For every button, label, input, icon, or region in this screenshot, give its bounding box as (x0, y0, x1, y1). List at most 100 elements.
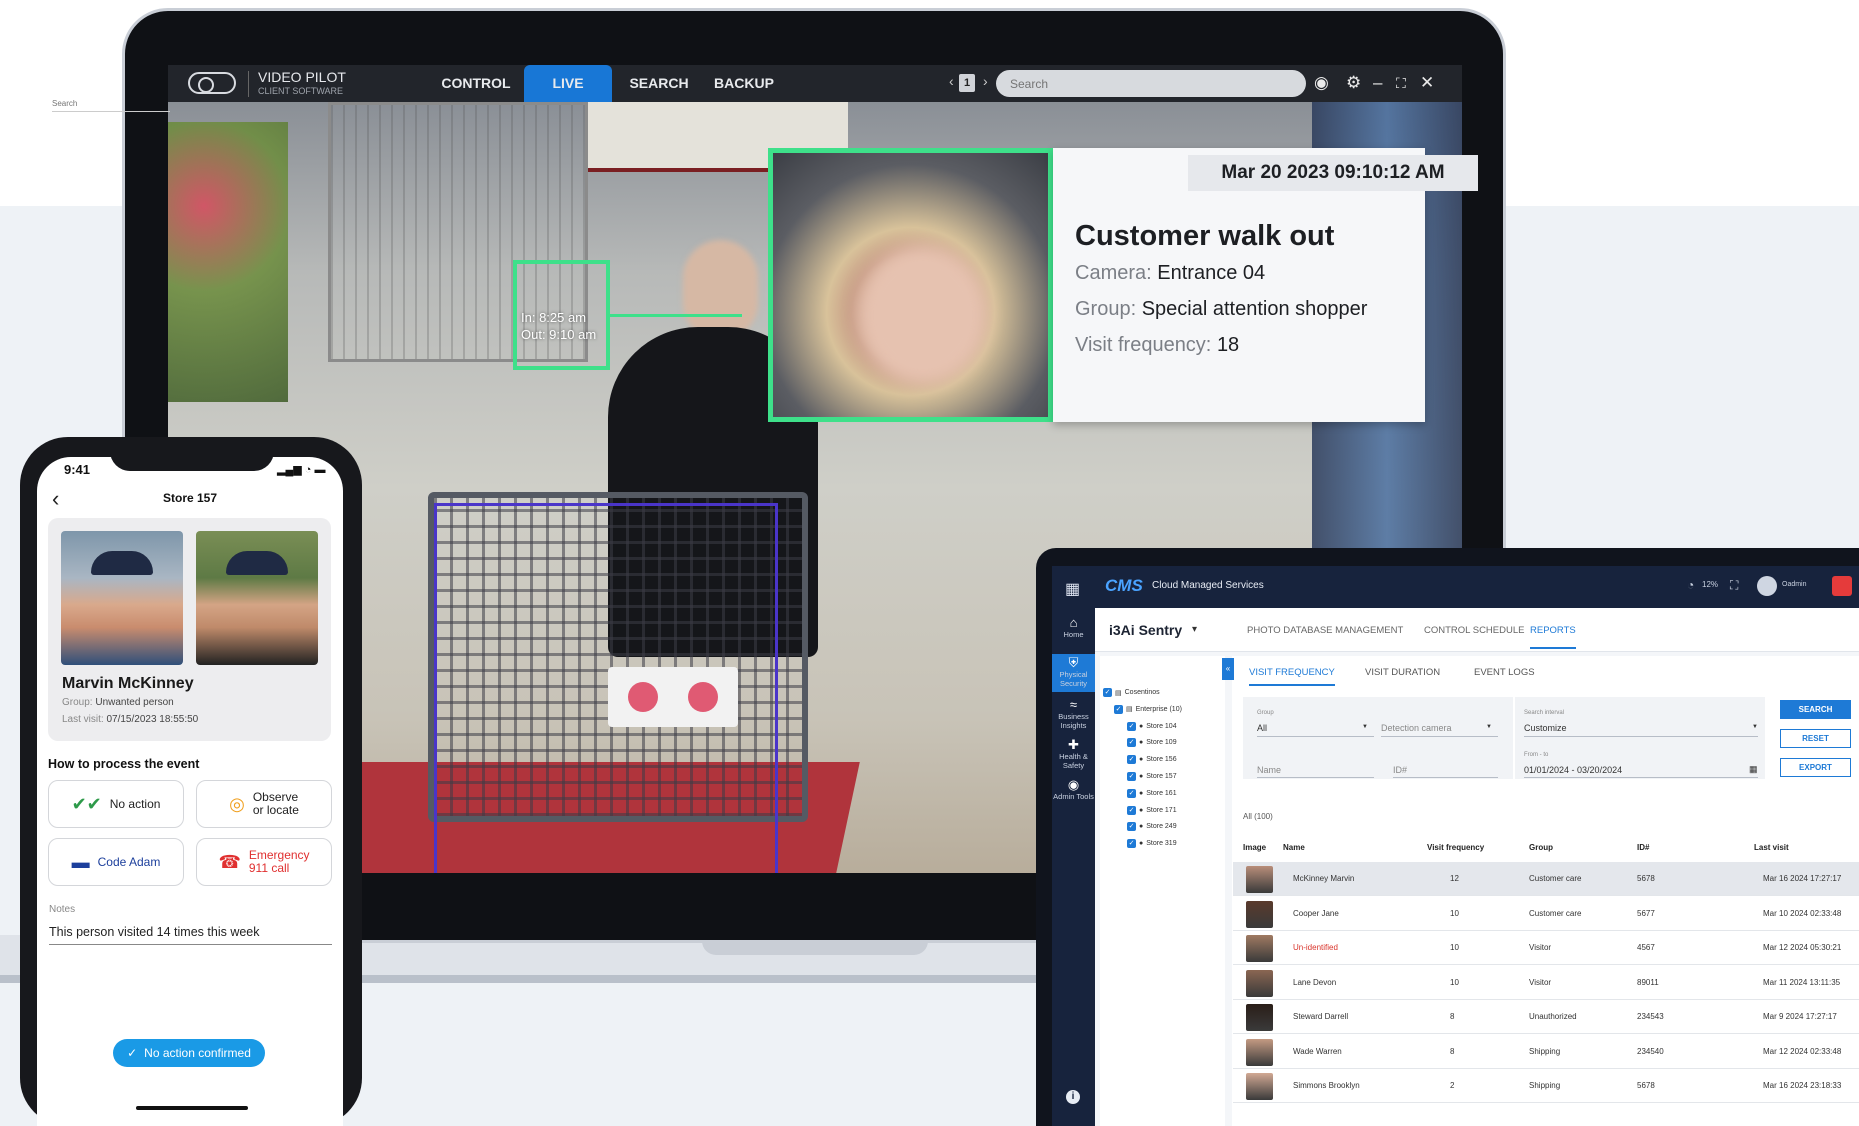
minimize-icon[interactable]: – (1373, 73, 1382, 93)
person-thumbnail[interactable] (1246, 1004, 1273, 1031)
person-photo-alt[interactable] (196, 531, 318, 665)
user-avatar[interactable] (1757, 576, 1777, 596)
dropdown-caret-icon[interactable]: ▼ (1486, 724, 1492, 730)
tree-item[interactable]: ✓ ● Store 249 (1127, 822, 1177, 832)
date-range-input[interactable]: 01/01/2024 - 03/20/2024 (1524, 765, 1622, 775)
checkbox[interactable]: ✓ (1127, 839, 1136, 849)
tree-item[interactable]: ✓ ● Store 157 (1127, 772, 1177, 781)
checkbox[interactable]: ✓ (1127, 822, 1136, 832)
column-header-group[interactable]: Group (1529, 843, 1553, 852)
nav-business-insights[interactable]: ≈ Business Insights (1052, 698, 1095, 734)
interval-select[interactable]: Customize (1524, 723, 1567, 733)
notes-field[interactable]: This person visited 14 times this week (49, 925, 332, 945)
column-header-image[interactable]: Image (1243, 843, 1266, 852)
table-row[interactable]: Simmons Brooklyn 2 Shipping 5678 Mar 16 2024… (1233, 1069, 1859, 1103)
chevron-left-icon[interactable]: ‹ (949, 73, 954, 89)
tree-item[interactable]: ✓ ● Store 156 (1127, 755, 1177, 765)
person-photo[interactable] (61, 531, 183, 665)
checkbox[interactable]: ✓ (1127, 805, 1136, 815)
column-header-visit-frequency[interactable]: Visit frequency (1427, 843, 1484, 852)
dropdown-caret-icon[interactable]: ▼ (1752, 724, 1758, 730)
checkbox[interactable]: ✓ (1127, 788, 1136, 798)
tab-search[interactable]: SEARCH (620, 65, 698, 102)
tree-item[interactable]: ✓ ● Store 104 (1127, 721, 1177, 731)
calendar-icon[interactable]: ▦ (1749, 764, 1758, 775)
reset-button[interactable]: RESET (1780, 729, 1851, 748)
tab-control[interactable]: CONTROL (430, 65, 522, 102)
cell-name: Simmons Brooklyn (1293, 1081, 1360, 1090)
nav-home-label: Home (1063, 630, 1084, 639)
tree-search-input[interactable] (52, 96, 170, 112)
cms-topbar: ▦ CMS Cloud Managed Services ◔ 12% ⛶ Oad… (1052, 566, 1859, 608)
table-row[interactable]: McKinney Marvin 12 Customer care 5678 Mar 16… (1233, 862, 1859, 896)
person-thumbnail[interactable] (1246, 866, 1273, 893)
table-row[interactable]: Cooper Jane 10 Customer care 5677 Mar 10 202… (1233, 896, 1859, 931)
tree-item[interactable]: ✓ ● Store 319 (1127, 839, 1177, 849)
nav-health-safety[interactable]: ✚ Health & Safety (1052, 738, 1095, 774)
tab-backup[interactable]: BACKUP (704, 65, 784, 102)
person-thumbnail[interactable] (1246, 900, 1273, 928)
tree-item[interactable]: ✓ ● Store 109 (1127, 738, 1177, 748)
person-thumbnail[interactable] (1246, 1073, 1273, 1100)
record-icon[interactable]: ◉ (1314, 73, 1329, 93)
collapse-panel-icon[interactable]: « (1222, 658, 1234, 680)
fullscreen-icon[interactable]: ⛶ (1730, 578, 1738, 593)
checkbox[interactable]: ✓ (1127, 738, 1136, 748)
tree-item[interactable]: ✓ ▤ Enterprise (10) (1114, 704, 1182, 714)
person-thumbnail[interactable] (1246, 935, 1273, 962)
observe-button[interactable]: ◎ Observe or locate (196, 780, 332, 828)
checkbox[interactable]: ✓ (1103, 688, 1112, 697)
tab-control-schedule[interactable]: CONTROL SCHEDULE (1424, 625, 1524, 636)
export-button[interactable]: EXPORT (1780, 758, 1851, 777)
group-filter-select[interactable]: All (1257, 723, 1267, 733)
no-action-button[interactable]: ✔✔ No action (48, 780, 184, 828)
chevron-right-icon[interactable]: › (983, 73, 988, 89)
checkbox[interactable]: ✓ (1127, 755, 1136, 765)
back-arrow-icon[interactable]: ‹ (52, 486, 59, 512)
checkbox[interactable]: ✓ (1127, 772, 1136, 781)
tab-visit-duration[interactable]: VISIT DURATION (1365, 667, 1440, 678)
nav-admin-tools[interactable]: ◉ Admin Tools (1052, 778, 1095, 814)
gear-icon[interactable]: ⚙ (1346, 73, 1361, 93)
tab-live[interactable]: LIVE (524, 65, 612, 102)
app-grid-icon[interactable]: ▦ (1065, 579, 1080, 599)
close-icon[interactable]: ✕ (1420, 73, 1434, 93)
emergency-call-button[interactable]: ☎ Emergency 911 call (196, 838, 332, 886)
checkbox[interactable]: ✓ (1127, 721, 1136, 731)
alert-badge-icon[interactable] (1832, 576, 1852, 596)
tree-item[interactable]: ✓ ● Store 171 (1127, 805, 1177, 815)
tab-reports[interactable]: REPORTS (1530, 625, 1576, 649)
camera-filter-select[interactable]: Detection camera (1381, 723, 1452, 733)
table-row[interactable]: Lane Devon 10 Visitor 89011 Mar 11 2024 13:1… (1233, 965, 1859, 1000)
tab-event-logs[interactable]: EVENT LOGS (1474, 667, 1535, 678)
app-title[interactable]: i3Ai Sentry (1109, 622, 1182, 638)
person-thumbnail[interactable] (1246, 1038, 1273, 1066)
tree-item[interactable]: ✓ ● Store 161 (1127, 788, 1177, 798)
tree-item-label: Store 157 (1146, 773, 1177, 780)
search-input[interactable] (996, 70, 1306, 97)
column-header-last-visit[interactable]: Last visit (1754, 843, 1789, 852)
column-header-name[interactable]: Name (1283, 843, 1305, 852)
info-icon[interactable]: i (1066, 1090, 1080, 1104)
table-row[interactable]: Un-identified 10 Visitor 4567 Mar 12 2024 05… (1233, 931, 1859, 965)
fullscreen-icon[interactable]: ⛶ (1396, 73, 1406, 93)
user-name[interactable]: Oadmin (1782, 581, 1807, 588)
column-header-id[interactable]: ID# (1637, 843, 1649, 852)
table-row[interactable]: Steward Darrell 8 Unauthorized 234543 Mar 9 … (1233, 1000, 1859, 1034)
nav-home[interactable]: ⌂ Home (1052, 616, 1095, 648)
person-detection-box[interactable] (434, 503, 778, 873)
table-row[interactable]: Wade Warren 8 Shipping 234540 Mar 12 2024 02… (1233, 1034, 1859, 1069)
tab-visit-frequency[interactable]: VISIT FREQUENCY (1249, 667, 1335, 686)
name-input[interactable]: Name (1257, 765, 1281, 775)
tab-photo-database[interactable]: PHOTO DATABASE MANAGEMENT (1247, 625, 1403, 636)
dropdown-caret-icon[interactable]: ▾ (1192, 624, 1197, 635)
building-icon: ▤ (1115, 689, 1122, 697)
search-button[interactable]: SEARCH (1780, 700, 1851, 719)
dropdown-caret-icon[interactable]: ▼ (1362, 724, 1368, 730)
person-thumbnail[interactable] (1246, 969, 1273, 997)
tree-item[interactable]: ✓ ▤ Cosentinos (1103, 688, 1160, 697)
nav-physical-security[interactable]: ⛨ Physical Security (1052, 654, 1095, 692)
id-input[interactable]: ID# (1393, 765, 1407, 775)
code-adam-button[interactable]: ▬ Code Adam (48, 838, 184, 886)
checkbox[interactable]: ✓ (1114, 704, 1123, 714)
